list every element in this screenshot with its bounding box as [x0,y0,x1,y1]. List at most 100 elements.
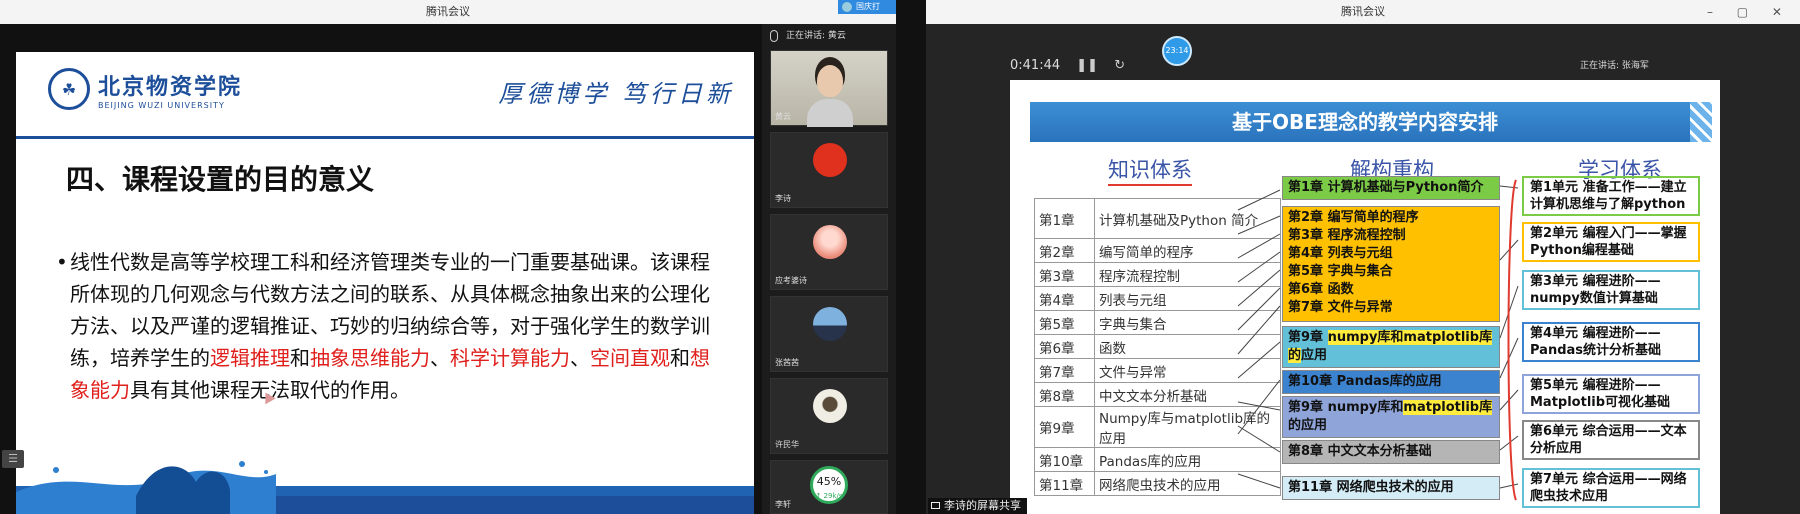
chapter-number: 第3章 [1034,262,1095,287]
body-and-1: 和 [290,346,310,370]
chapter-name: 编写简单的程序 [1094,238,1281,263]
learning-unit: 第2单元 编程入门——掌握Python编程基础 [1522,222,1700,262]
university-name-cn: 北京物资学院 [98,73,243,100]
b5-pre: 第9章 numpy库和 [1288,400,1404,415]
corner-app-button[interactable]: 国庆打 [838,0,896,14]
knowledge-row: 第5章 字典与集合 [1034,310,1281,335]
chapter-number: 第4章 [1034,286,1095,311]
highlight-abstract: 抽象思维能力 [310,346,430,370]
restructure-item: 第6章 函数 [1288,282,1354,297]
knowledge-row: 第9章 Numpy库与matplotlib库的应用 [1034,406,1281,448]
meeting-window-left: 腾讯会议 ☘ 北京物资学院 BEIJING WUZI UNIVERSITY 厚德… [0,0,896,514]
knowledge-row: 第2章 编写简单的程序 [1034,238,1281,263]
restructure-item: 第7章 文件与异常 [1288,300,1393,315]
participant-tile[interactable]: 黄云 [770,50,888,127]
avatar [813,307,847,341]
window-titlebar: 腾讯会议 [0,0,896,24]
chapter-name: 程序流程控制 [1094,262,1281,287]
restructure-item: 第2章 编写简单的程序 [1288,210,1419,225]
body-sep-2: 、 [570,346,590,370]
meeting-window-right: 腾讯会议 – ▢ ✕ 0:41:44 ❚❚ ↻ 23:14 正在讲话: 张海军 … [926,0,1800,514]
university-motto: 厚德博学 笃行日新 [498,80,734,108]
window-titlebar: 腾讯会议 – ▢ ✕ [926,0,1800,24]
highlight-logic: 逻辑推理 [210,346,290,370]
wave-decoration [16,461,754,514]
floating-bubble[interactable]: 23:14 [1162,36,1192,66]
timer-value: 0:41:44 [1010,58,1061,73]
window-title: 腾讯会议 [426,5,470,18]
restructure-box-6: 第8章 中文文本分析基础 [1282,440,1500,464]
knowledge-row: 第1章 计算机基础及Python 简介 [1034,198,1281,239]
learning-unit: 第1单元 准备工作——建立计算机思维与了解python [1522,176,1700,216]
recording-timer: 0:41:44 ❚❚ ↻ [1010,58,1125,73]
progress-value: 45% [816,475,842,488]
participant-name: 许民华 [775,440,799,449]
restructure-box-7: 第11章 网络爬虫技术的应用 [1282,476,1500,500]
participant-panel: 正在讲话: 黄云 黄云 李诗 应考婆诗 张茜茜 许民华 李轩 45% ↑ 29k… [762,24,896,514]
pause-icon[interactable]: ❚❚ [1076,58,1098,73]
participant-name: 李诗 [775,194,791,203]
chapter-number: 第10章 [1034,447,1095,472]
refresh-icon[interactable]: ↻ [1114,58,1125,73]
chapter-name: 字典与集合 [1094,310,1281,335]
speaking-indicator: 正在讲话: 黄云 [762,24,896,48]
mic-icon [770,30,778,42]
bullet: • [56,250,68,274]
screen: 腾讯会议 ☘ 北京物资学院 BEIJING WUZI UNIVERSITY 厚德… [0,0,1800,514]
university-logo: ☘ 北京物资学院 BEIJING WUZI UNIVERSITY [48,68,242,110]
chapter-number: 第6章 [1034,334,1095,359]
chapter-name: 函数 [1094,334,1281,359]
corner-app-label: 国庆打 [856,2,880,11]
screen-share-icon [931,502,940,509]
chapter-name: 文件与异常 [1094,358,1281,383]
knowledge-row: 第4章 列表与元组 [1034,286,1281,311]
slide: 基于OBE理念的教学内容安排 知识体系 解构重构 学习体系 第1章 计算机基础及P… [1010,80,1720,514]
chapter-number: 第5章 [1034,310,1095,335]
knowledge-row: 第10章 Pandas库的应用 [1034,447,1281,472]
slide-top-bar [16,46,754,52]
b3-pre: 第9章 [1288,330,1328,345]
body-sep-1: 、 [430,346,450,370]
avatar [813,389,847,423]
chapter-number: 第2章 [1034,238,1095,263]
slide-body: • 线性代数是高等学校理工科和经济管理类专业的一门重要基础课。该课程所体现的几何… [56,246,720,406]
chapter-number: 第7章 [1034,358,1095,383]
knowledge-row: 第3章 程序流程控制 [1034,262,1281,287]
restructure-item: 第4章 列表与元组 [1288,246,1393,261]
learning-unit: 第5单元 编程进阶——Matplotlib可视化基础 [1522,374,1700,414]
participant-tile[interactable]: 李诗 [770,132,888,208]
progress-rate: ↑ 29k/s [815,492,843,500]
learning-unit: 第6单元 综合运用——文本分析应用 [1522,420,1700,460]
restructure-box-2: 第2章 编写简单的程序 第3章 程序流程控制 第4章 列表与元组 第5章 字典与集合第… [1282,206,1500,322]
network-progress-badge: 45% ↑ 29k/s [810,466,848,504]
learning-unit: 第7单元 综合运用——网络爬虫技术应用 [1522,468,1700,508]
avatar [813,225,847,259]
chapter-name: Numpy库与matplotlib库的应用 [1094,406,1281,448]
shirt [807,99,853,127]
chapter-name: 计算机基础及Python 简介 [1094,198,1281,239]
participant-tile[interactable]: 应考婆诗 [770,214,888,290]
menu-toggle-icon[interactable]: ☰ [2,450,24,468]
learning-unit: 第3单元 编程进阶——numpy数值计算基础 [1522,270,1700,310]
participant-tile[interactable]: 许民华 [770,378,888,454]
screen-share-label: 李诗的屏幕共享 [928,498,1027,514]
participant-name: 张茜茜 [775,358,799,367]
highlight-computing: 科学计算能力 [450,346,570,370]
knowledge-table: 第1章 计算机基础及Python 简介 第2章 编写简单的程序 第3章 程序流程控制 第4章… [1034,198,1281,496]
university-seal-icon: ☘ [48,68,90,110]
restructure-item: 第5章 字典与集合 [1288,264,1393,279]
window-gap [896,0,926,514]
chapter-name: Pandas库的应用 [1094,447,1281,472]
speaking-indicator: 正在讲话: 张海军 [1580,61,1649,71]
participant-tile[interactable]: 张茜茜 [770,296,888,372]
share-label-text: 李诗的屏幕共享 [944,499,1021,512]
learning-unit: 第4单元 编程进阶——Pandas统计分析基础 [1522,322,1700,362]
header-divider [16,136,754,139]
restructure-box-5: 第9章 numpy库和matplotlib库的应用 [1282,396,1500,438]
participant-name: 应考婆诗 [775,276,807,285]
window-title: 腾讯会议 [1341,5,1385,18]
window-controls-icon[interactable]: – ▢ ✕ [1707,0,1792,24]
chapter-number: 第9章 [1034,406,1095,448]
chapter-number: 第8章 [1034,382,1095,407]
knowledge-row: 第8章 中文文本分析基础 [1034,382,1281,407]
